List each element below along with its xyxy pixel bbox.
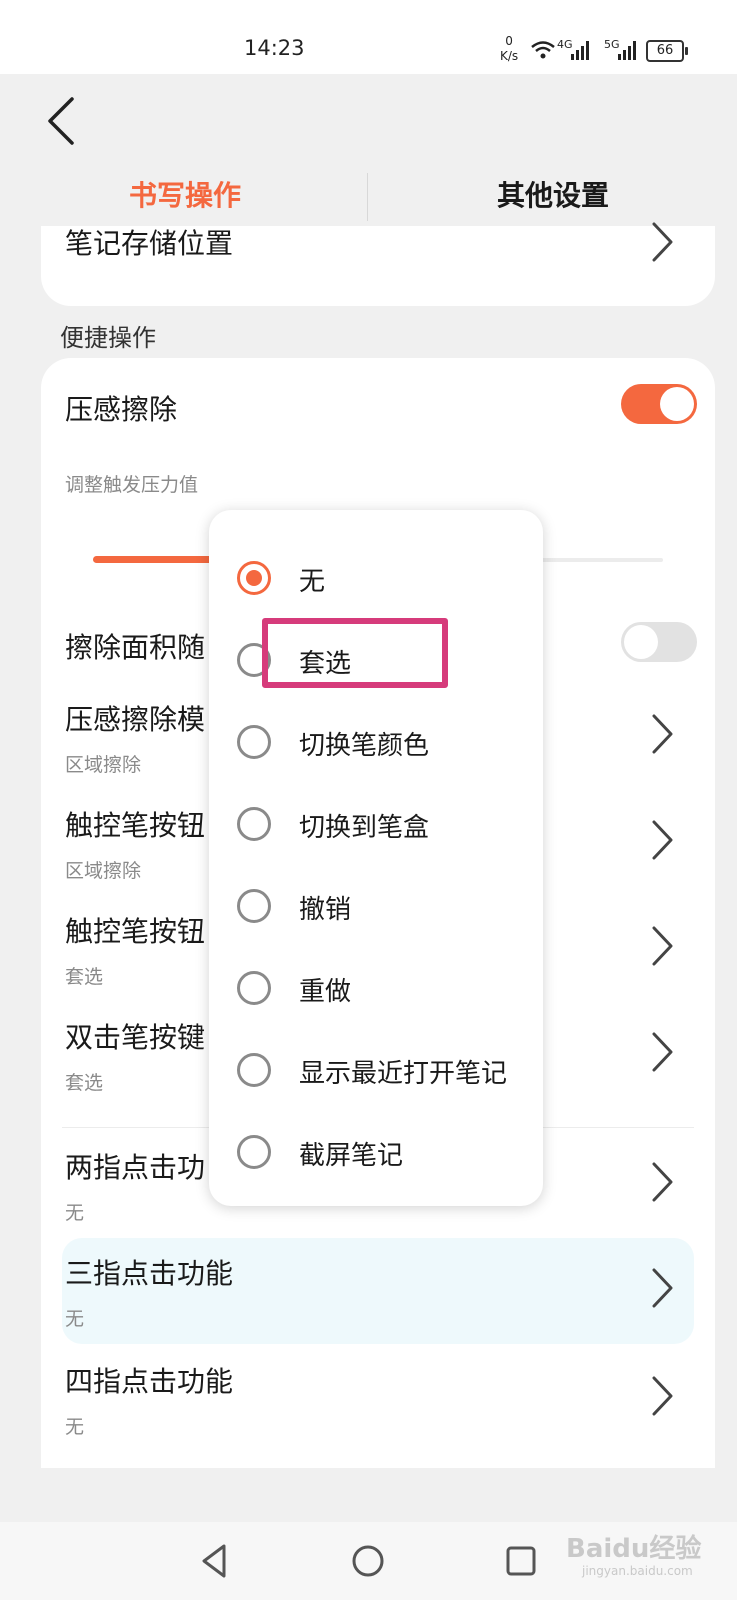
nav-home-icon[interactable] [343, 1536, 393, 1586]
option-item[interactable]: 切换笔颜色 [209, 709, 543, 779]
tab-bar: 书写操作 其他设置 [0, 165, 737, 227]
list-item-title: 两指点击功 [65, 1151, 206, 1184]
annotation-box [262, 618, 448, 688]
list-item-value: 无 [65, 1416, 85, 1438]
erase-area-toggle[interactable] [621, 622, 697, 662]
nav-back-icon[interactable] [190, 1536, 240, 1586]
option-label: 无 [299, 567, 326, 597]
chevron-right-icon [652, 222, 673, 262]
network-speed: 0 K/s [500, 34, 518, 64]
storage-card: 笔记存储位置 [41, 222, 715, 306]
pressure-erase-toggle[interactable] [621, 384, 697, 424]
tab-divider [367, 173, 368, 221]
option-label: 撤销 [299, 895, 352, 925]
radio-selected-icon [237, 561, 271, 595]
radio-icon [237, 1053, 271, 1087]
list-item-value: 无 [65, 1202, 85, 1224]
chevron-right-icon [652, 820, 673, 860]
trigger-pressure-label: 调整触发压力值 [65, 474, 199, 496]
battery-icon: 66 [646, 40, 688, 62]
option-popup: 无 套选 切换笔颜色 切换到笔盒 撤销 重做 显示最近打开笔记 截屏笔记 [209, 510, 543, 1206]
status-bar: 14:23 0 K/s 4G 5G 66 [0, 0, 737, 74]
option-item[interactable]: 重做 [209, 955, 543, 1025]
list-item-title: 触控笔按钮 [65, 915, 206, 948]
radio-icon [237, 725, 271, 759]
option-item[interactable]: 截屏笔记 [209, 1119, 543, 1189]
list-item[interactable]: 三指点击功能 无 [41, 1242, 715, 1342]
list-item[interactable]: 四指点击功能 无 [41, 1350, 715, 1450]
watermark-url: jingyan.baidu.com [582, 1564, 693, 1578]
option-label: 显示最近打开笔记 [299, 1059, 508, 1089]
toggle-knob [660, 387, 694, 421]
option-label: 截屏笔记 [299, 1141, 404, 1171]
signal-5g-icon [618, 41, 636, 60]
radio-icon [237, 889, 271, 923]
chevron-right-icon [652, 1268, 673, 1308]
list-item-title: 四指点击功能 [65, 1365, 234, 1398]
option-label: 重做 [299, 977, 352, 1007]
list-item-title: 三指点击功能 [65, 1257, 234, 1290]
list-item-value: 区域擦除 [65, 754, 142, 776]
section-label: 便捷操作 [60, 324, 156, 352]
list-item-value: 套选 [65, 1072, 104, 1094]
list-item-value: 套选 [65, 966, 104, 988]
chevron-right-icon [652, 1032, 673, 1072]
radio-icon [237, 1135, 271, 1169]
note-storage-row[interactable]: 笔记存储位置 [41, 222, 715, 276]
list-item-value: 区域擦除 [65, 860, 142, 882]
erase-area-label: 擦除面积随 [65, 631, 206, 664]
option-item[interactable]: 显示最近打开笔记 [209, 1037, 543, 1107]
battery-level: 66 [656, 43, 674, 58]
option-label: 切换到笔盒 [299, 813, 430, 843]
option-item[interactable]: 切换到笔盒 [209, 791, 543, 861]
tab-other-settings[interactable]: 其他设置 [403, 165, 703, 227]
option-item[interactable]: 撤销 [209, 873, 543, 943]
network-speed-value: 0 [505, 34, 513, 48]
back-button[interactable] [42, 95, 82, 147]
tab-writing[interactable]: 书写操作 [35, 165, 335, 227]
option-label: 切换笔颜色 [299, 731, 430, 761]
chevron-right-icon [652, 714, 673, 754]
chevron-right-icon [652, 926, 673, 966]
signal-4g-icon [571, 41, 589, 60]
status-time: 14:23 [244, 36, 305, 60]
nav-recents-icon[interactable] [496, 1536, 546, 1586]
pressure-slider-fill [93, 556, 223, 563]
wifi-icon [531, 41, 555, 59]
list-item-value: 无 [65, 1308, 85, 1330]
radio-icon [237, 807, 271, 841]
toggle-knob [624, 625, 658, 659]
list-item-title: 压感擦除模 [65, 703, 206, 736]
option-item[interactable]: 无 [209, 545, 543, 615]
list-item-title: 双击笔按键 [65, 1021, 206, 1054]
note-storage-label: 笔记存储位置 [65, 227, 234, 260]
network-speed-unit: K/s [500, 49, 519, 63]
chevron-right-icon [652, 1376, 673, 1416]
chevron-right-icon [652, 1162, 673, 1202]
radio-icon [237, 971, 271, 1005]
pressure-erase-label: 压感擦除 [65, 393, 178, 426]
watermark-logo: Baidu经验 [566, 1534, 702, 1564]
list-item-title: 触控笔按钮 [65, 809, 206, 842]
